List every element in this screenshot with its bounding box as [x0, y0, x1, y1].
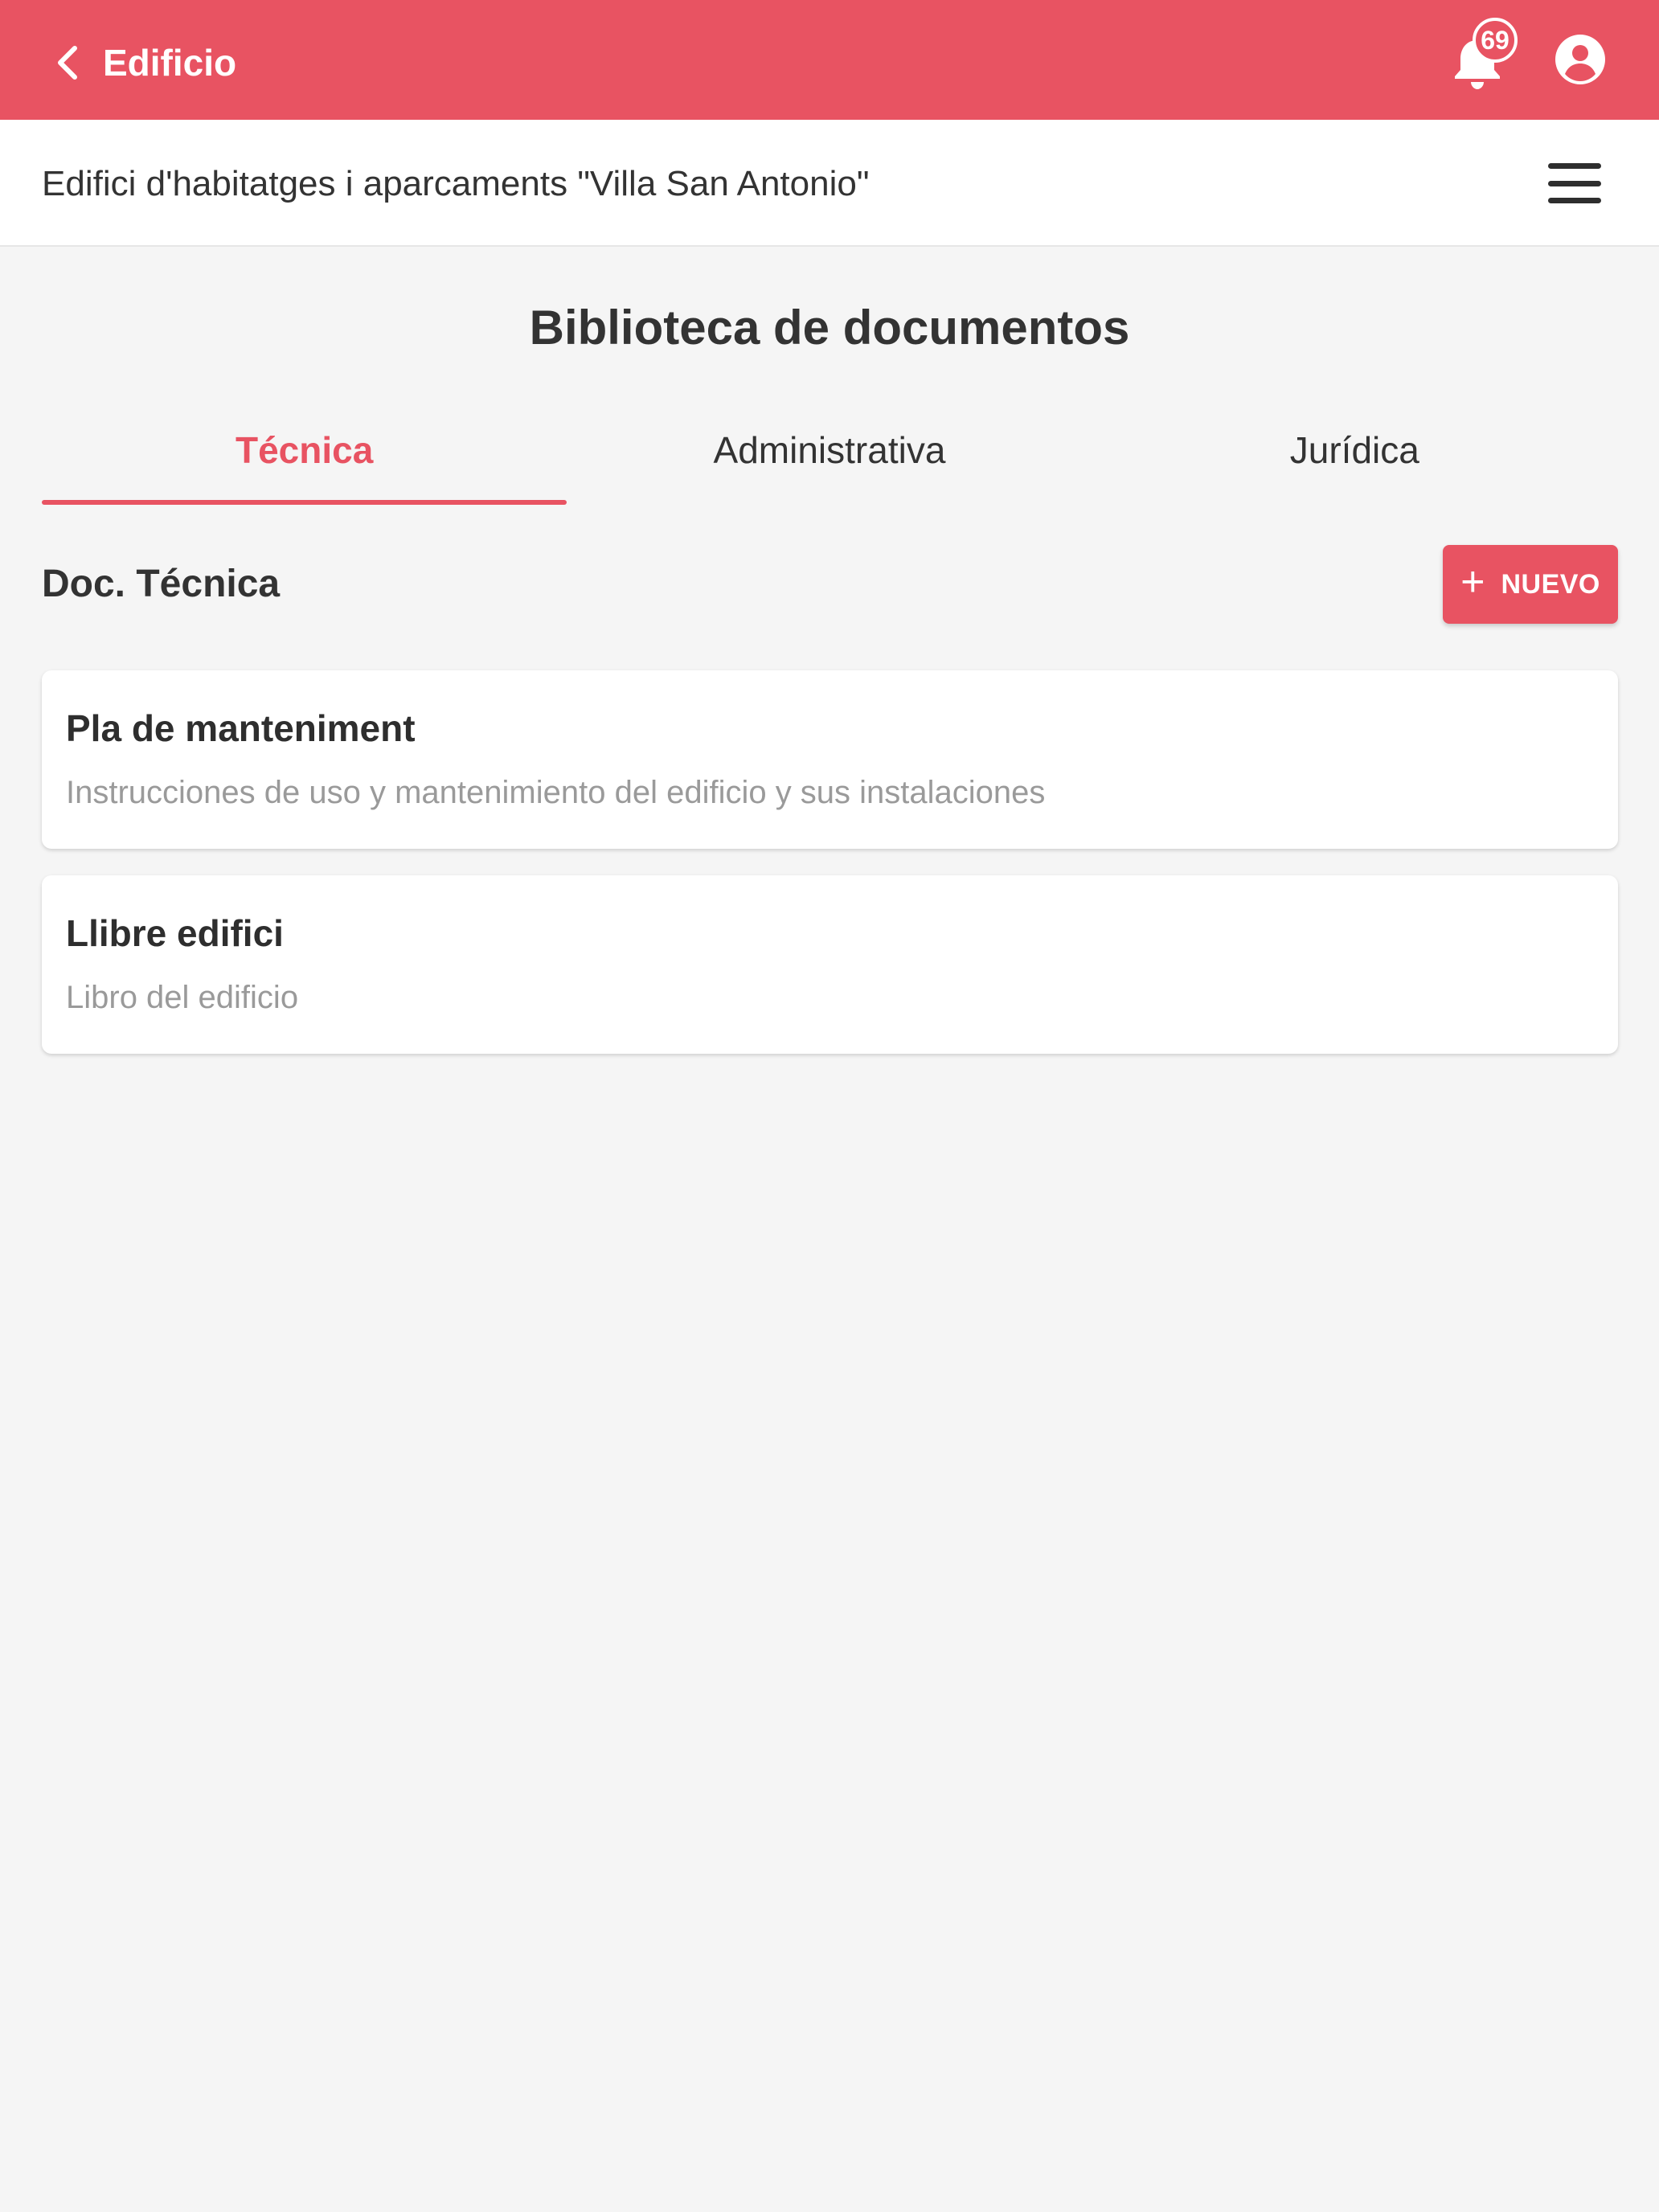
account-circle-icon — [1555, 35, 1605, 84]
document-description: Libro del edificio — [66, 980, 299, 1015]
new-button-label: NUEVO — [1501, 568, 1600, 600]
new-document-button[interactable]: + NUEVO — [1443, 545, 1618, 624]
building-header: Edifici d'habitatges i aparcaments "Vill… — [0, 120, 1659, 247]
section-title: Doc. Técnica — [42, 563, 281, 605]
tab-tecnica[interactable]: Técnica — [42, 410, 567, 505]
document-tabs: Técnica Administrativa Jurídica — [42, 410, 1617, 505]
building-name: Edifici d'habitatges i aparcaments "Vill… — [42, 164, 870, 203]
app-bar-title: Edificio — [103, 42, 237, 84]
page-title: Biblioteca de documentos — [529, 301, 1130, 354]
document-title: Pla de manteniment — [66, 707, 416, 749]
app-bar: Edificio 69 — [0, 0, 1659, 120]
menu-button[interactable] — [1548, 163, 1601, 203]
tab-administrativa[interactable]: Administrativa — [567, 410, 1092, 505]
chevron-left-icon — [58, 46, 77, 80]
document-card[interactable]: Pla de manteniment Instrucciones de uso … — [42, 670, 1618, 849]
hamburger-menu-icon — [1548, 163, 1601, 169]
account-button[interactable] — [1555, 34, 1606, 85]
document-description: Instrucciones de uso y mantenimiento del… — [66, 775, 1046, 810]
plus-icon: + — [1460, 559, 1485, 605]
notification-count-badge: 69 — [1473, 18, 1518, 63]
document-card[interactable]: Llibre edifici Libro del edificio — [42, 875, 1618, 1054]
tab-juridica[interactable]: Jurídica — [1092, 410, 1617, 505]
back-button[interactable] — [48, 40, 87, 85]
document-title: Llibre edifici — [66, 912, 284, 954]
